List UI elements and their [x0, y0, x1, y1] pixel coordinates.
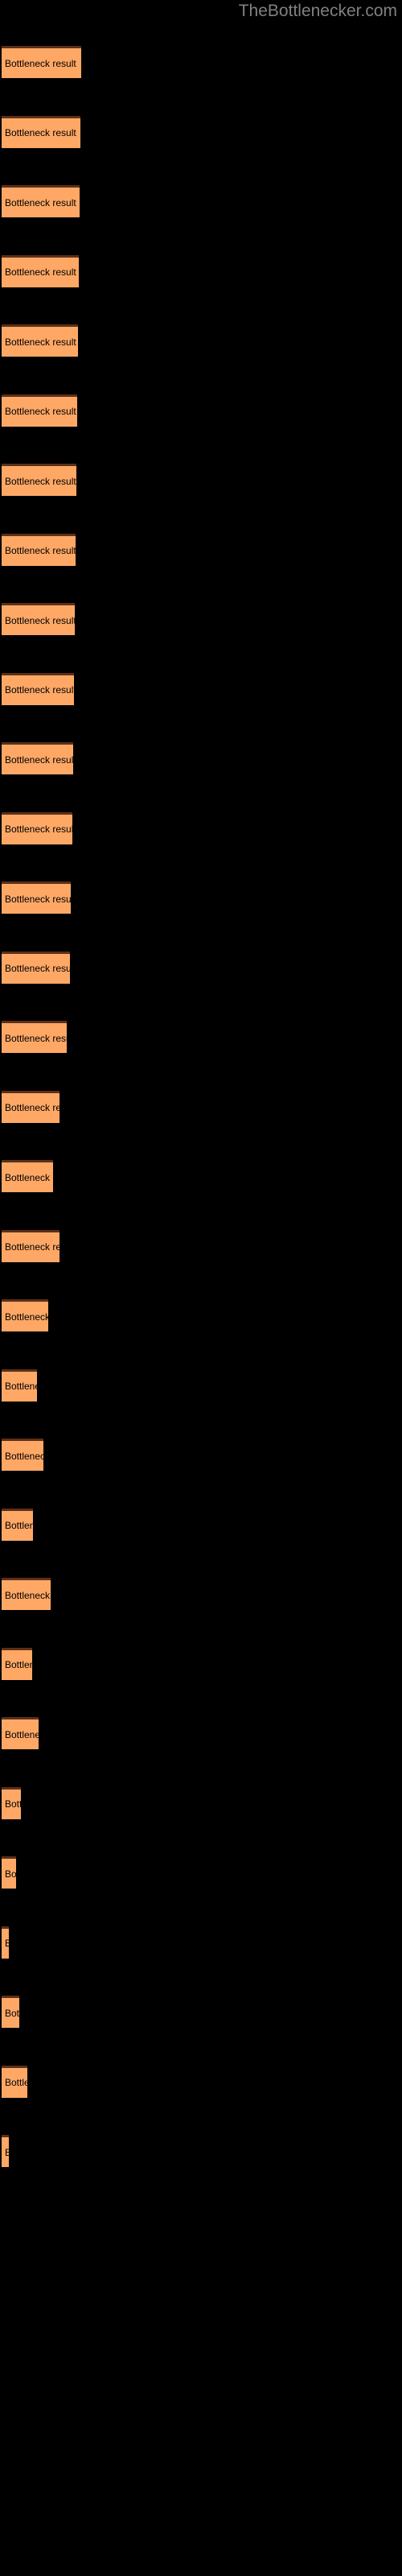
bottleneck-result-bar[interactable]: Bottleneck result [2, 394, 77, 427]
bar-label: Bottleneck result [5, 545, 76, 556]
bar-row: Bottleneck result [0, 236, 402, 306]
bar-label: Bottleneck result [5, 127, 76, 138]
bar-row: Bottleneck result [0, 584, 402, 654]
bottleneck-result-bar[interactable]: Bottleneck result [2, 672, 74, 705]
bottleneck-result-bar[interactable]: Bottleneck result [2, 1996, 19, 2028]
bottleneck-result-bar[interactable]: Bottleneck result [2, 115, 80, 148]
bar-row: Bottleneck result [0, 2116, 402, 2186]
bottleneck-result-bar[interactable]: Bottleneck result [2, 1229, 59, 1262]
bar-label: Bottleneck result [5, 614, 75, 626]
bar-row: Bottleneck result [0, 2046, 402, 2116]
bar-row: Bottleneck result [0, 27, 402, 97]
bar-label: Bottleneck result [5, 684, 74, 696]
bar-row: Bottleneck result [0, 1419, 402, 1489]
bottleneck-result-bar[interactable]: Bottleneck result [2, 1647, 32, 1680]
bottleneck-result-bar[interactable]: Bottleneck result [2, 1856, 16, 1889]
bottleneck-result-bar[interactable]: Bottleneck result [2, 1021, 67, 1053]
bar-row: Bottleneck result [0, 1907, 402, 1977]
bar-row: Bottleneck result [0, 1629, 402, 1699]
bar-row: Bottleneck result [0, 1211, 402, 1281]
bar-row: Bottleneck result [0, 1976, 402, 2046]
bottleneck-result-bar[interactable]: Bottleneck result [2, 1786, 21, 1819]
bottleneck-result-bar[interactable]: Bottleneck result [2, 1508, 33, 1541]
bar-row: Bottleneck result [0, 1837, 402, 1907]
bar-label: Bottleneck result [5, 1311, 48, 1323]
bar-row: Bottleneck result [0, 97, 402, 167]
bottleneck-result-bar[interactable]: Bottleneck result [2, 533, 76, 566]
bottleneck-result-bar[interactable]: Bottleneck result [2, 603, 75, 635]
bar-row: Bottleneck result [0, 305, 402, 375]
bar-row: Bottleneck result [0, 1698, 402, 1768]
bar-label: Bottleneck result [5, 196, 76, 208]
bottleneck-result-bar[interactable]: Bottleneck result [2, 46, 81, 78]
bar-label: Bottleneck result [5, 1241, 59, 1253]
bar-row: Bottleneck result [0, 793, 402, 863]
bar-label: Bottleneck result [5, 1032, 67, 1044]
bar-row: Bottleneck result [0, 1280, 402, 1350]
bottleneck-result-bar[interactable]: Bottleneck result [2, 464, 76, 496]
bar-label: Bottleneck result [5, 824, 72, 835]
bar-row: Bottleneck result [0, 166, 402, 236]
bar-label: Bottleneck result [5, 1938, 9, 1948]
bar-label: Bottleneck result [5, 1589, 51, 1601]
bottleneck-result-bar[interactable]: Bottleneck result [2, 2135, 9, 2167]
bottleneck-result-bar[interactable]: Bottleneck result [2, 185, 80, 217]
bar-label: Bottleneck result [5, 1868, 16, 1880]
bottleneck-result-bar[interactable]: Bottleneck result [2, 1090, 59, 1123]
bar-row: Bottleneck result [0, 1071, 402, 1141]
bottleneck-result-bar[interactable]: Bottleneck result [2, 254, 79, 287]
bar-label: Bottleneck result [5, 893, 71, 905]
bar-label: Bottleneck result [5, 2007, 19, 2019]
bottleneck-result-bar[interactable]: Bottleneck result [2, 811, 72, 844]
bar-row: Bottleneck result [0, 1350, 402, 1420]
bottleneck-result-bar[interactable]: Bottleneck result [2, 1717, 39, 1749]
bar-label: Bottleneck result [5, 1381, 37, 1392]
bottleneck-result-bar[interactable]: Bottleneck result [2, 881, 71, 914]
bottleneck-bar-chart: Bottleneck result Bottleneck result Bottle… [0, 27, 402, 2186]
bottleneck-result-bar[interactable]: Bottleneck result [2, 1926, 9, 1959]
bottleneck-result-bar[interactable]: Bottleneck result [2, 742, 73, 774]
bar-label: Bottleneck result [5, 57, 76, 69]
bottleneck-result-bar[interactable]: Bottleneck result [2, 1578, 51, 1610]
bottleneck-result-bar[interactable]: Bottleneck result [2, 1439, 43, 1471]
site-title: TheBottlenecker.com [238, 2, 397, 20]
bar-row: Bottleneck result [0, 654, 402, 724]
bottleneck-result-bar[interactable]: Bottleneck result [2, 1160, 53, 1192]
bar-label: Bottleneck result [5, 1659, 32, 1670]
bar-label: Bottleneck result [5, 1171, 53, 1183]
bar-label: Bottleneck result [5, 1102, 59, 1113]
bar-row: Bottleneck result [0, 444, 402, 514]
bar-label: Bottleneck result [5, 2077, 27, 2088]
bottleneck-result-bar[interactable]: Bottleneck result [2, 951, 70, 984]
bar-row: Bottleneck result [0, 1489, 402, 1559]
bar-row: Bottleneck result [0, 1001, 402, 1071]
bar-row: Bottleneck result [0, 1141, 402, 1211]
bar-label: Bottleneck result [5, 2148, 9, 2157]
bar-label: Bottleneck result [5, 336, 76, 348]
bar-row: Bottleneck result [0, 514, 402, 584]
bar-label: Bottleneck result [5, 266, 76, 278]
bottleneck-result-bar[interactable]: Bottleneck result [2, 1299, 48, 1331]
bar-row: Bottleneck result [0, 1558, 402, 1629]
bar-row: Bottleneck result [0, 1768, 402, 1838]
bar-label: Bottleneck result [5, 475, 76, 487]
bar-label: Bottleneck result [5, 1520, 33, 1531]
bottleneck-result-bar[interactable]: Bottleneck result [2, 324, 78, 357]
bar-label: Bottleneck result [5, 1450, 43, 1462]
bottleneck-result-bar[interactable]: Bottleneck result [2, 1368, 37, 1402]
bar-label: Bottleneck result [5, 1798, 21, 1810]
bottleneck-result-bar[interactable]: Bottleneck result [2, 2065, 27, 2098]
bar-row: Bottleneck result [0, 723, 402, 793]
bar-label: Bottleneck result [5, 753, 73, 766]
bar-row: Bottleneck result [0, 932, 402, 1002]
bar-row: Bottleneck result [0, 375, 402, 445]
bar-label: Bottleneck result [5, 963, 70, 974]
bar-label: Bottleneck result [5, 406, 76, 417]
bar-label: Bottleneck result [5, 1728, 39, 1740]
bar-row: Bottleneck result [0, 862, 402, 932]
